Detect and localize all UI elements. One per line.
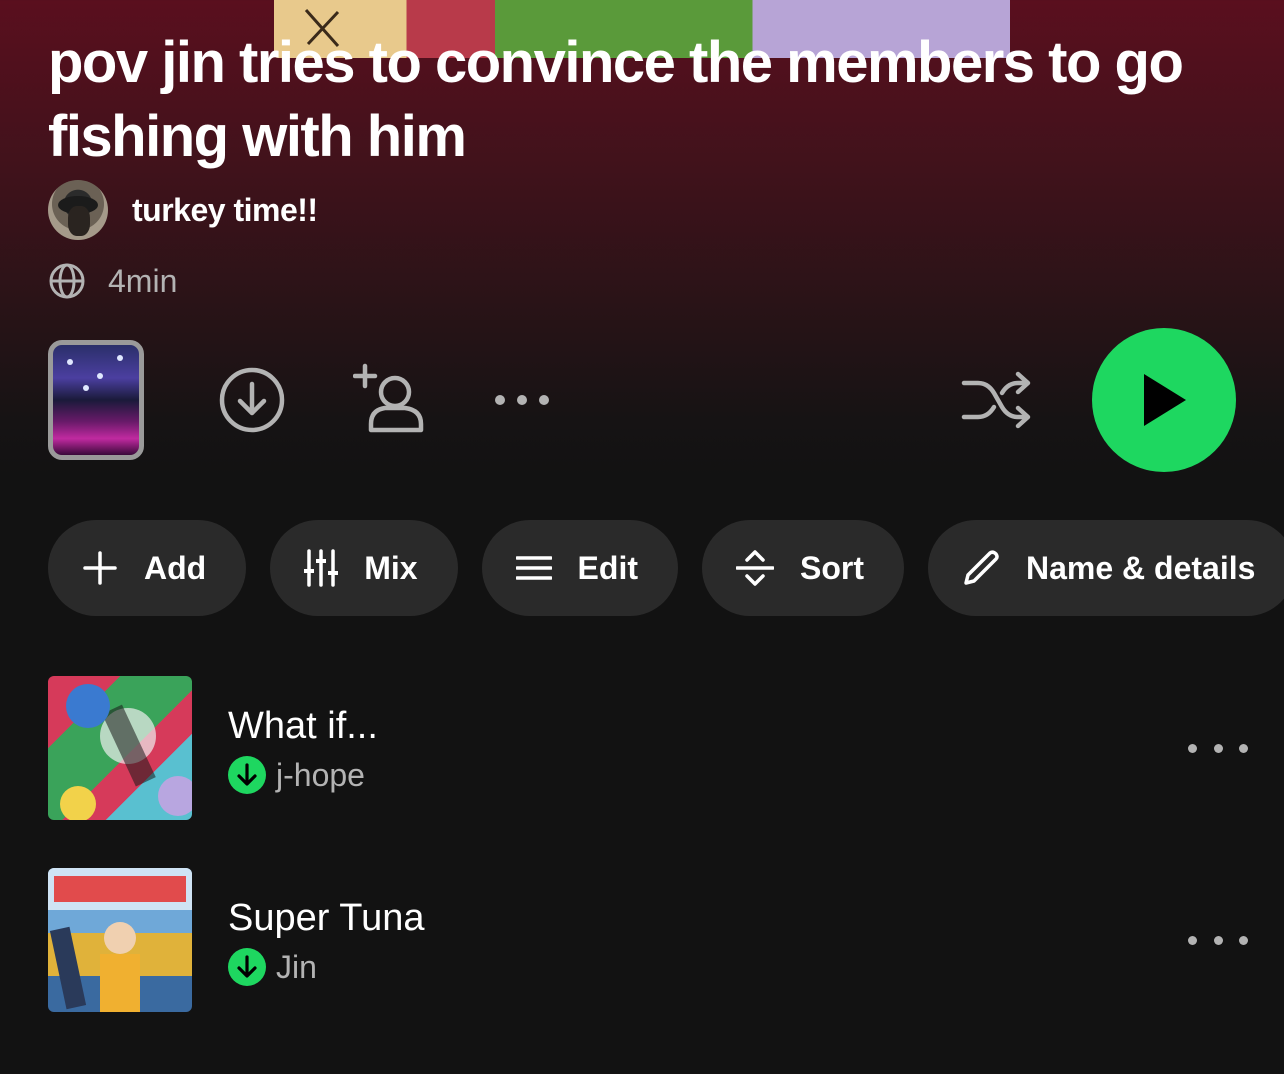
download-button[interactable] (216, 364, 288, 436)
download-arrow-icon (237, 763, 257, 786)
action-bar (0, 328, 1284, 472)
download-circle-icon (219, 367, 285, 433)
add-collaborator-button[interactable] (352, 360, 430, 436)
track-more-button[interactable] (1188, 930, 1248, 950)
download-arrow-icon (237, 955, 257, 978)
add-user-icon (353, 363, 424, 433)
track-title: What if... (228, 705, 378, 747)
add-chip[interactable]: Add (48, 520, 247, 616)
plus-icon (83, 551, 117, 585)
play-icon (1144, 374, 1186, 426)
pencil-icon (964, 550, 999, 585)
track-cover-art (48, 868, 192, 1012)
track-info: What if... j-hope (228, 702, 1188, 794)
playlist-meta: 4min (48, 262, 177, 300)
album-art-image (48, 868, 192, 1012)
track-more-button[interactable] (1188, 738, 1248, 758)
album-art-image (60, 684, 192, 820)
play-button[interactable] (1092, 328, 1236, 472)
owner-name[interactable]: turkey time!! (132, 192, 318, 229)
track-artist: j-hope (276, 756, 365, 793)
shuffle-button[interactable] (958, 368, 1036, 432)
track-artist: Jin (276, 948, 317, 985)
edit-chip-label: Edit (577, 549, 638, 586)
downloaded-badge (228, 948, 266, 986)
track-cover-art (48, 676, 192, 820)
mix-chip-label: Mix (364, 549, 418, 586)
edit-chip[interactable]: Edit (481, 520, 678, 616)
more-dot (1213, 743, 1223, 753)
track-info: Super Tuna Jin (228, 894, 1188, 986)
track-title: Super Tuna (228, 897, 425, 939)
track-subtitle: j-hope (228, 756, 1188, 794)
shuffle-icon (961, 371, 1031, 429)
playlist-chips: Add Mix Edit Sort Name & details (48, 520, 1284, 616)
sort-chip-label: Sort (799, 549, 864, 586)
more-dot (1213, 935, 1223, 945)
sliders-icon (304, 549, 339, 587)
name-details-chip-label: Name & details (1025, 549, 1256, 586)
more-dot (1188, 935, 1197, 945)
playlist-title: pov jin tries to convince the members to… (48, 30, 1184, 169)
more-horizontal-icon (495, 395, 549, 405)
track-subtitle: Jin (228, 948, 1188, 986)
sort-icon (735, 550, 774, 586)
add-chip-label: Add (144, 549, 207, 586)
downloaded-badge (228, 756, 266, 794)
playlist-cover-thumbnail[interactable] (48, 340, 144, 460)
sort-chip[interactable]: Sort (701, 520, 904, 616)
mix-chip[interactable]: Mix (270, 520, 458, 616)
more-dot (1239, 743, 1248, 753)
playlist-owner[interactable]: turkey time!! (48, 180, 318, 240)
more-options-button[interactable] (490, 390, 554, 410)
more-dot (1188, 743, 1197, 753)
name-details-chip[interactable]: Name & details (927, 520, 1284, 616)
track-row[interactable]: What if... j-hope (48, 676, 1248, 820)
playlist-duration: 4min (108, 262, 178, 299)
owner-avatar[interactable] (48, 180, 108, 240)
globe-icon (49, 263, 85, 299)
track-row[interactable]: Super Tuna Jin (48, 868, 1248, 1012)
more-dot (1239, 935, 1248, 945)
list-icon (515, 556, 552, 580)
